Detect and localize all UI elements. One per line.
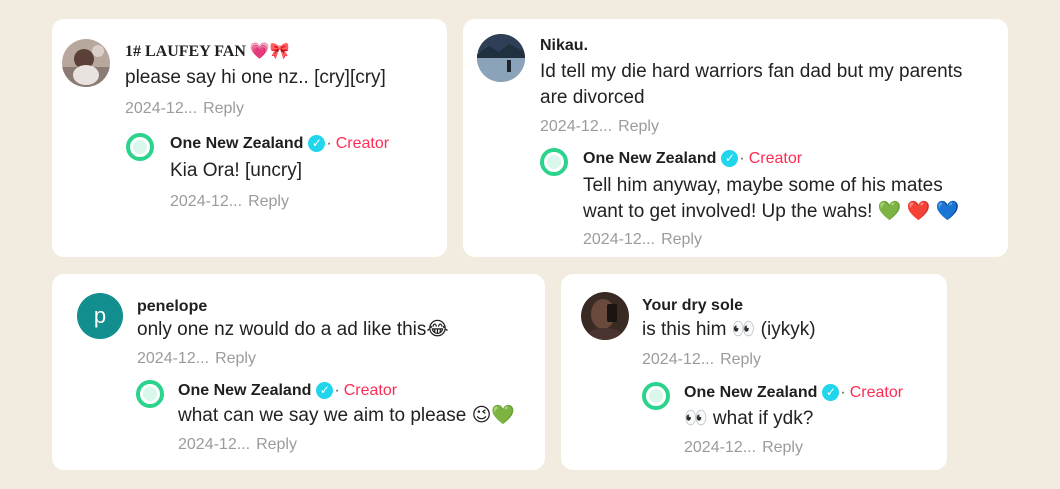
comment-card-4: Your dry sole is this him 👀 (iykyk) 2024… — [561, 274, 947, 470]
profile-photo-icon — [62, 39, 110, 87]
creator-username[interactable]: One New Zealand — [684, 384, 817, 401]
reply-button[interactable]: Reply — [618, 118, 659, 135]
verified-badge-icon: ✓ — [721, 150, 739, 167]
creator-tag: Creator — [335, 135, 390, 152]
one-nz-avatar[interactable] — [642, 382, 670, 410]
reply-meta: 2024-12... Reply — [178, 436, 297, 454]
comment-meta: 2024-12... Reply — [540, 118, 659, 136]
comment-card-3: p penelope only one nz would do a ad lik… — [52, 274, 545, 470]
comment-meta: 2024-12... Reply — [642, 351, 761, 369]
username[interactable]: penelope — [137, 298, 207, 316]
verified-badge-icon: ✓ — [316, 382, 334, 399]
reply-button[interactable]: Reply — [203, 100, 244, 117]
creator-tag: Creator — [748, 150, 803, 167]
reply-meta: 2024-12... Reply — [170, 193, 289, 211]
username[interactable]: Nikau. — [540, 37, 588, 55]
username[interactable]: Your dry sole — [642, 297, 743, 315]
creator-name-row: One New Zealand ✓ · Creator — [170, 135, 389, 153]
separator-dot: · — [326, 135, 332, 152]
reply-button[interactable]: Reply — [762, 439, 803, 456]
comment-meta: 2024-12... Reply — [137, 350, 256, 368]
timestamp: 2024-12... — [684, 439, 757, 456]
creator-username[interactable]: One New Zealand — [178, 382, 311, 399]
reply-meta: 2024-12... Reply — [684, 439, 803, 457]
verified-badge-icon: ✓ — [308, 135, 326, 152]
creator-username[interactable]: One New Zealand — [583, 150, 716, 167]
timestamp: 2024-12... — [642, 351, 715, 368]
reply-button[interactable]: Reply — [248, 193, 289, 210]
reply-text: 👀 what if ydk? — [684, 408, 814, 429]
comment-card-2: Nikau. Id tell my die hard warriors fan … — [463, 19, 1008, 257]
creator-name-row: One New Zealand ✓ · Creator — [684, 384, 903, 402]
creator-username[interactable]: One New Zealand — [170, 135, 303, 152]
separator-dot: · — [334, 382, 340, 399]
reply-text: Kia Ora! [uncry] — [170, 160, 302, 181]
comment-meta: 2024-12... Reply — [125, 100, 244, 118]
comment-text: please say hi one nz.. [cry][cry] — [125, 67, 386, 88]
creator-name-row: One New Zealand ✓ · Creator — [583, 150, 802, 168]
comment-text-line-1: Id tell my die hard warriors fan dad but… — [540, 61, 963, 82]
one-nz-avatar[interactable] — [126, 133, 154, 161]
separator-dot: · — [840, 384, 846, 401]
one-nz-avatar[interactable] — [136, 380, 164, 408]
timestamp: 2024-12... — [125, 100, 198, 117]
creator-tag: Creator — [343, 382, 398, 399]
user-avatar-nikau[interactable] — [477, 34, 525, 82]
reply-button[interactable]: Reply — [256, 436, 297, 453]
creator-name-row: One New Zealand ✓ · Creator — [178, 382, 397, 400]
reply-button[interactable]: Reply — [661, 231, 702, 248]
reply-text-line-1: Tell him anyway, maybe some of his mates — [583, 175, 943, 196]
profile-photo-icon — [477, 34, 525, 82]
user-avatar-laufey-fan[interactable] — [62, 39, 110, 87]
reply-meta: 2024-12... Reply — [583, 231, 702, 249]
reply-text: what can we say we aim to please 😉💚 — [178, 405, 516, 426]
comment-text-line-2: are divorced — [540, 87, 645, 108]
creator-tag: Creator — [849, 384, 904, 401]
username[interactable]: 1# LAUFEY FAN 💗🎀 — [125, 41, 290, 61]
separator-dot: · — [739, 150, 745, 167]
timestamp: 2024-12... — [540, 118, 613, 135]
verified-badge-icon: ✓ — [822, 384, 840, 401]
user-avatar-your-dry-sole[interactable] — [581, 292, 629, 340]
reply-text-line-2: want to get involved! Up the wahs! 💚 ❤️ … — [583, 201, 960, 222]
timestamp: 2024-12... — [178, 436, 251, 453]
timestamp: 2024-12... — [170, 193, 243, 210]
timestamp: 2024-12... — [583, 231, 656, 248]
user-avatar-penelope[interactable]: p — [77, 293, 123, 339]
profile-photo-icon — [581, 292, 629, 340]
timestamp: 2024-12... — [137, 350, 210, 367]
comment-card-1: 1# LAUFEY FAN 💗🎀 please say hi one nz.. … — [52, 19, 447, 257]
one-nz-avatar[interactable] — [540, 148, 568, 176]
comment-text: only one nz would do a ad like this😂 — [137, 319, 449, 340]
reply-button[interactable]: Reply — [215, 350, 256, 367]
comment-text: is this him 👀 (iykyk) — [642, 319, 816, 340]
reply-button[interactable]: Reply — [720, 351, 761, 368]
